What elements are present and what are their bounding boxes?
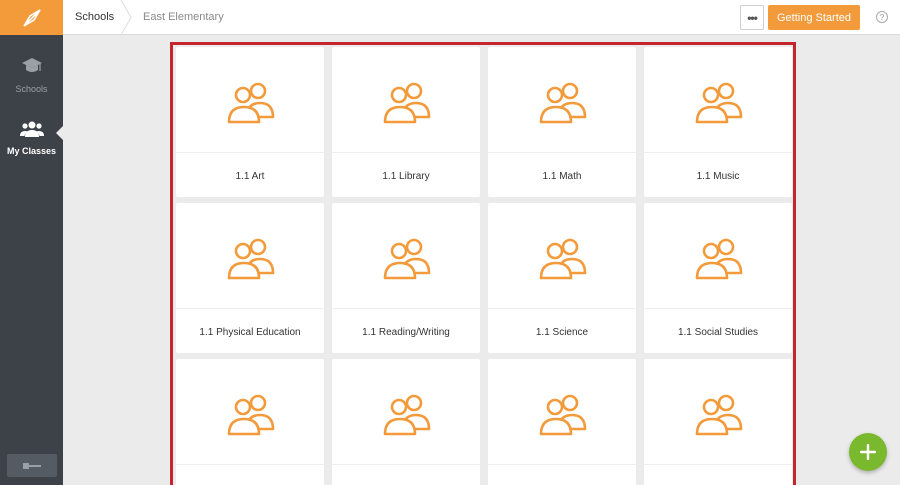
class-name: 1.1 Music [696, 171, 740, 182]
plus-icon [860, 444, 876, 460]
class-card[interactable]: 1.1 Science [488, 203, 636, 353]
class-card[interactable] [332, 359, 480, 485]
card-divider [488, 464, 636, 465]
card-divider [332, 308, 480, 309]
breadcrumb-separator-icon [120, 0, 132, 35]
class-name: 1.1 Physical Education [199, 327, 301, 338]
card-divider [332, 152, 480, 153]
class-group-icon [221, 233, 279, 285]
class-group-icon [221, 77, 279, 129]
card-divider [176, 464, 324, 465]
class-card[interactable] [488, 359, 636, 485]
breadcrumb-east-elementary[interactable]: East Elementary [143, 11, 224, 23]
help-icon[interactable]: ? [876, 11, 888, 23]
class-name: 1.1 Library [382, 171, 430, 182]
class-card[interactable]: 1.1 Music [644, 47, 792, 197]
card-divider [488, 308, 636, 309]
more-options-button[interactable]: ••• [740, 5, 764, 30]
app-logo[interactable] [0, 0, 63, 35]
add-class-button[interactable] [849, 433, 887, 471]
class-group-icon [689, 77, 747, 129]
sidebar-item-schools[interactable]: Schools [0, 56, 63, 94]
class-card[interactable]: 1.1 Reading/Writing [332, 203, 480, 353]
class-group-icon [377, 77, 435, 129]
class-name: 1.1 Art [235, 171, 265, 182]
sidebar-item-label: My Classes [6, 146, 57, 156]
getting-started-button[interactable]: Getting Started [768, 5, 860, 30]
card-divider [488, 152, 636, 153]
top-header: Schools East Elementary ••• Getting Star… [63, 0, 900, 35]
card-divider [332, 464, 480, 465]
card-divider [644, 464, 792, 465]
key-icon [23, 462, 41, 469]
class-group-icon [533, 389, 591, 441]
class-card[interactable] [176, 359, 324, 485]
class-group-icon [689, 389, 747, 441]
class-card[interactable] [644, 359, 792, 485]
card-divider [176, 152, 324, 153]
active-indicator [56, 126, 63, 140]
class-group-icon [377, 389, 435, 441]
graduation-cap-icon [21, 58, 42, 72]
class-card[interactable]: 1.1 Math [488, 47, 636, 197]
sidebar-item-my-classes[interactable]: My Classes [0, 120, 63, 156]
card-divider [644, 152, 792, 153]
class-name: 1.1 Social Studies [677, 327, 759, 338]
card-divider [644, 308, 792, 309]
class-group-icon [533, 77, 591, 129]
card-divider [176, 308, 324, 309]
sidebar: Schools My Classes [0, 0, 63, 485]
users-icon [19, 121, 44, 137]
class-name: 1.1 Math [542, 171, 582, 182]
class-card[interactable]: 1.1 Art [176, 47, 324, 197]
classes-grid: 1.1 Art 1.1 Library 1.1 Math 1.1 Music 1.1 P… [170, 42, 796, 485]
class-group-icon [689, 233, 747, 285]
class-group-icon [533, 233, 591, 285]
class-card[interactable]: 1.1 Physical Education [176, 203, 324, 353]
class-card[interactable]: 1.1 Social Studies [644, 203, 792, 353]
class-card[interactable]: 1.1 Library [332, 47, 480, 197]
sidebar-item-label: Schools [15, 84, 48, 94]
breadcrumb-schools[interactable]: Schools [75, 11, 114, 23]
class-name: 1.1 Reading/Writing [362, 327, 450, 338]
class-name: 1.1 Science [535, 327, 589, 338]
compass-icon [22, 8, 41, 27]
class-group-icon [221, 389, 279, 441]
class-group-icon [377, 233, 435, 285]
logout-button[interactable] [7, 454, 57, 477]
